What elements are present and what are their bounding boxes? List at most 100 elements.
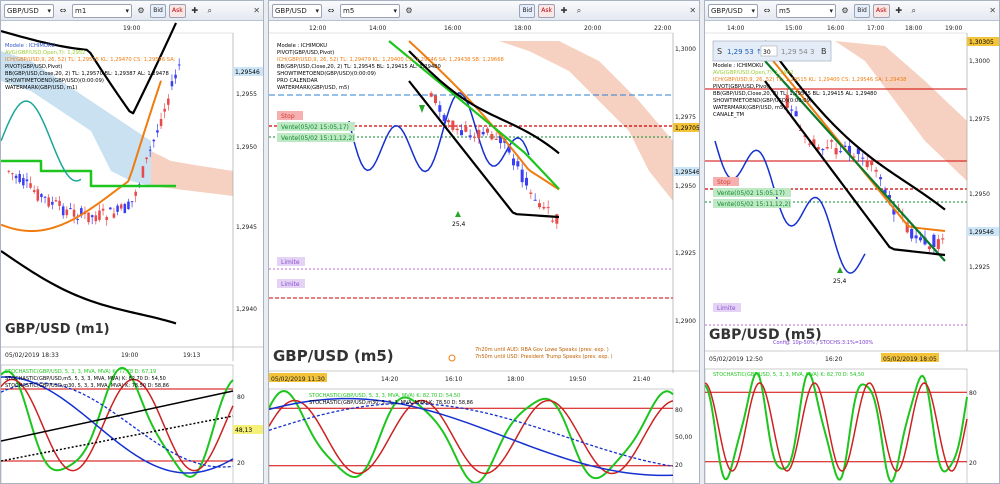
settings-icon[interactable]: ⚙ — [135, 4, 147, 18]
limit-tag: Limite — [281, 281, 300, 288]
candle-body — [123, 203, 127, 214]
candle-body — [520, 169, 524, 183]
candle-body — [794, 111, 798, 117]
crosshair-icon[interactable]: ✚ — [189, 4, 201, 18]
bid-button[interactable]: Bid — [854, 3, 870, 18]
quantity-input: 30 — [763, 49, 771, 56]
indicator-label: SHOWTIMETOEND(GBP/USD)(0:00:09) — [713, 98, 812, 104]
candle-body — [429, 93, 433, 97]
candle-body — [61, 206, 65, 216]
candle-body — [834, 148, 838, 155]
candle-body — [839, 151, 843, 153]
symbol-selector[interactable]: GBP/USD ▾ — [708, 3, 758, 18]
chart-canvas-m5-right[interactable]: 14:00 15:00 16:00 17:00 18:00 19:00 25,4 S 1,29 … — [705, 21, 1000, 484]
price-axis-label: 1,3000 — [675, 46, 696, 53]
candle-body — [170, 81, 174, 87]
candle-body — [32, 190, 36, 192]
candle-body — [451, 120, 455, 130]
candle-body — [145, 157, 148, 160]
link-icon[interactable]: ⇔ — [325, 4, 337, 18]
candle-body — [494, 138, 498, 140]
candle-body — [98, 210, 101, 220]
indicator-label: Modele : ICHIMOKU — [5, 43, 55, 49]
stoch-label: STOCHASTIC(GBP/USD, 5, 3, 3, MVA, MVA) K… — [309, 393, 460, 399]
candle-body — [109, 207, 112, 210]
candle-body — [134, 191, 137, 196]
price-axis-label: 1,2975 — [675, 114, 696, 121]
candle-body — [546, 207, 550, 209]
candle-body — [490, 134, 494, 140]
crosshair-icon[interactable]: ✚ — [893, 4, 905, 18]
ask-button[interactable]: Ask — [169, 3, 186, 18]
chart-window-m5-center[interactable]: GBP/USD ▾ ⇔ m5 ▾ ⚙ Bid Ask ✚ ⌕ ✕ 12:00 14:0… — [268, 0, 700, 484]
price-axis-label: 1,2945 — [236, 224, 257, 231]
timeframe-label: m5 — [343, 6, 355, 15]
stoch-axis-label: 20 — [237, 460, 245, 467]
chart-window-m1[interactable]: GBP/USD ▾ ⇔ m1 ▾ ⚙ Bid Ask ✚ ⌕ ✕ 19:00 1,29… — [0, 0, 264, 484]
buy-label: B — [821, 47, 827, 56]
settings-icon[interactable]: ⚙ — [403, 4, 415, 18]
candle-body — [51, 201, 54, 205]
timeframe-selector[interactable]: m1 ▾ — [72, 3, 132, 18]
candle-body — [511, 158, 516, 166]
timeframe-selector[interactable]: m5 ▾ — [340, 3, 400, 18]
zoom-icon[interactable]: ⌕ — [908, 4, 920, 18]
settings-icon[interactable]: ⚙ — [839, 4, 851, 18]
order-tag: Vente(05/02 15:11,12,2) — [717, 201, 791, 208]
close-icon[interactable]: ✕ — [989, 6, 996, 15]
time-axis-label: 16:10 — [445, 376, 462, 383]
symbol-selector[interactable]: GBP/USD ▾ — [4, 3, 54, 18]
link-icon[interactable]: ⇔ — [761, 4, 773, 18]
candle-body — [76, 218, 79, 220]
time-axis-top-label: 22:00 — [654, 25, 671, 32]
candle-body — [87, 212, 90, 223]
price-axis-label: 1,2975 — [969, 116, 990, 123]
limit-tag: Limite — [717, 305, 736, 312]
news-label: 7h20m until AUD: RBA Gov Lowe Speaks (pr… — [475, 347, 609, 353]
candle-body — [47, 197, 50, 207]
candle-body — [533, 199, 537, 201]
stoch-axis-label: 50,00 — [675, 434, 692, 441]
candle-body — [29, 183, 32, 188]
close-icon[interactable]: ✕ — [253, 6, 260, 15]
candle-body — [72, 209, 76, 217]
price-axis-label: 1,2900 — [675, 318, 696, 325]
timeframe-selector[interactable]: m5 ▾ — [776, 3, 836, 18]
chart-canvas-m5-center[interactable]: 12:00 14:00 16:00 18:00 20:00 22:00 25,4 1,3000… — [269, 21, 700, 484]
candle-body — [442, 115, 446, 122]
crosshair-icon[interactable]: ✚ — [558, 4, 570, 18]
ask-button[interactable]: Ask — [538, 3, 556, 18]
candle-body — [529, 192, 533, 194]
zoom-icon[interactable]: ⌕ — [573, 4, 585, 18]
indicator-label: BB(GBP/USD,Close,20, 2) TL: 1,29570 BL: … — [5, 71, 169, 77]
candle-body — [446, 120, 451, 123]
candle-body — [941, 238, 945, 240]
candle-body — [58, 200, 61, 206]
symbol-selector[interactable]: GBP/USD ▾ — [272, 3, 322, 18]
candle-body — [43, 196, 47, 198]
candle-body — [830, 140, 834, 142]
candle-body — [22, 178, 25, 186]
bid-button[interactable]: Bid — [150, 3, 166, 18]
candle-body — [537, 203, 542, 208]
candle-body — [69, 208, 72, 210]
candle-body — [105, 217, 108, 220]
bid-button[interactable]: Bid — [519, 3, 536, 18]
level-label: 25,4 — [833, 278, 847, 285]
candle-body — [865, 161, 869, 168]
link-icon[interactable]: ⇔ — [57, 4, 69, 18]
time-axis-top-label: 14:00 — [727, 25, 744, 32]
zoom-icon[interactable]: ⌕ — [204, 4, 216, 18]
ask-button[interactable]: Ask — [873, 3, 890, 18]
sell-label: S — [717, 47, 722, 56]
chart-canvas-m1[interactable]: 19:00 1,2955 1,2950 1,2945 1,2940 1,29546 Mode… — [1, 21, 264, 484]
chart-window-m5-right[interactable]: GBP/USD ▾ ⇔ m5 ▾ ⚙ Bid Ask ✚ ⌕ ✕ 14:00 15:0… — [704, 0, 1000, 484]
symbol-label: GBP/USD — [275, 6, 307, 15]
candle-body — [936, 239, 940, 250]
chevron-down-icon: ▾ — [125, 6, 129, 15]
chart-toolbar: GBP/USD ▾ ⇔ m5 ▾ ⚙ Bid Ask ✚ ⌕ ✕ — [705, 1, 999, 21]
indicator-label: SHOWTIMETOEND(GBP/USD)(0:00:09) — [5, 78, 104, 84]
candle-body — [555, 214, 559, 224]
indicator-label: Modele : ICHIMOKU — [713, 63, 763, 69]
close-icon[interactable]: ✕ — [689, 6, 696, 15]
